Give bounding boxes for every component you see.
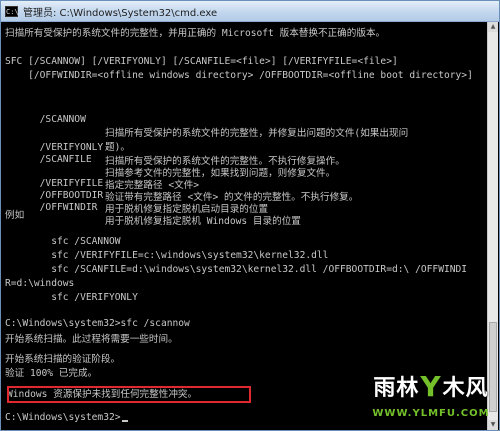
example-line: sfc /VERIFYONLY xyxy=(5,292,138,303)
console-line: [/OFFWINDIR=<offline windows directory> … xyxy=(5,70,473,81)
scroll-up-icon[interactable]: ▲ xyxy=(488,22,498,32)
option-desc: 用于脱机修复指定脱机 Windows 目录的位置 xyxy=(105,216,301,227)
command-line: C:\Windows\system32>sfc /scannow xyxy=(5,318,190,329)
console-line: SFC [/SCANNOW] [/VERIFYONLY] [/SCANFILE=… xyxy=(5,56,398,67)
site-watermark: 雨林 Y 木风 WWW.YLMFU.COM xyxy=(365,364,497,424)
option-row: 题)。 xyxy=(5,113,487,153)
output-line: 开始系统扫描。此过程将需要一些时间。 xyxy=(5,334,178,345)
example-line: R=d:\windows xyxy=(5,278,75,289)
cmd-window: C:\ 管理员: C:\Windows\System32\cmd.exe 扫描所… xyxy=(0,0,500,431)
option-row: /OFFWINDIR 用于脱机修复指定脱机 Windows 目录的位置 xyxy=(5,187,487,227)
example-line: sfc /SCANNOW xyxy=(5,236,121,247)
example-line: sfc /VERIFYFILE=c:\windows\system32\kern… xyxy=(5,250,329,261)
output-line: 开始系统扫描的验证阶段。 xyxy=(5,354,121,365)
tree-icon: Y xyxy=(420,369,442,403)
cmd-icon: C:\ xyxy=(5,5,19,17)
option-row: /SCANNOW 扫描所有受保护的系统文件的完整性，并修复出问题的文件(如果出现… xyxy=(5,99,487,139)
window-title: 管理员: C:\Windows\System32\cmd.exe xyxy=(23,7,218,19)
prompt-line[interactable]: C:\Windows\system32> xyxy=(5,411,128,425)
prompt-text: C:\Windows\system32> xyxy=(5,412,121,423)
option-flag: /OFFWINDIR xyxy=(39,202,98,213)
watermark-url: WWW.YLMFU.COM xyxy=(372,408,490,419)
output-line: 验证 100% 已完成。 xyxy=(5,368,98,379)
console-line: 扫描所有受保护的系统文件的完整性，并用正确的 Microsoft 版本替换不正确… xyxy=(5,28,386,39)
watermark-logo: 雨林 Y 木风 xyxy=(373,369,489,403)
examples-heading: 例如 xyxy=(5,210,25,221)
example-line: sfc /SCANFILE=d:\windows\system32\kernel… xyxy=(5,264,468,275)
title-bar[interactable]: C:\ 管理员: C:\Windows\System32\cmd.exe xyxy=(1,1,499,22)
text-cursor xyxy=(121,420,128,422)
highlight-box xyxy=(7,386,251,403)
